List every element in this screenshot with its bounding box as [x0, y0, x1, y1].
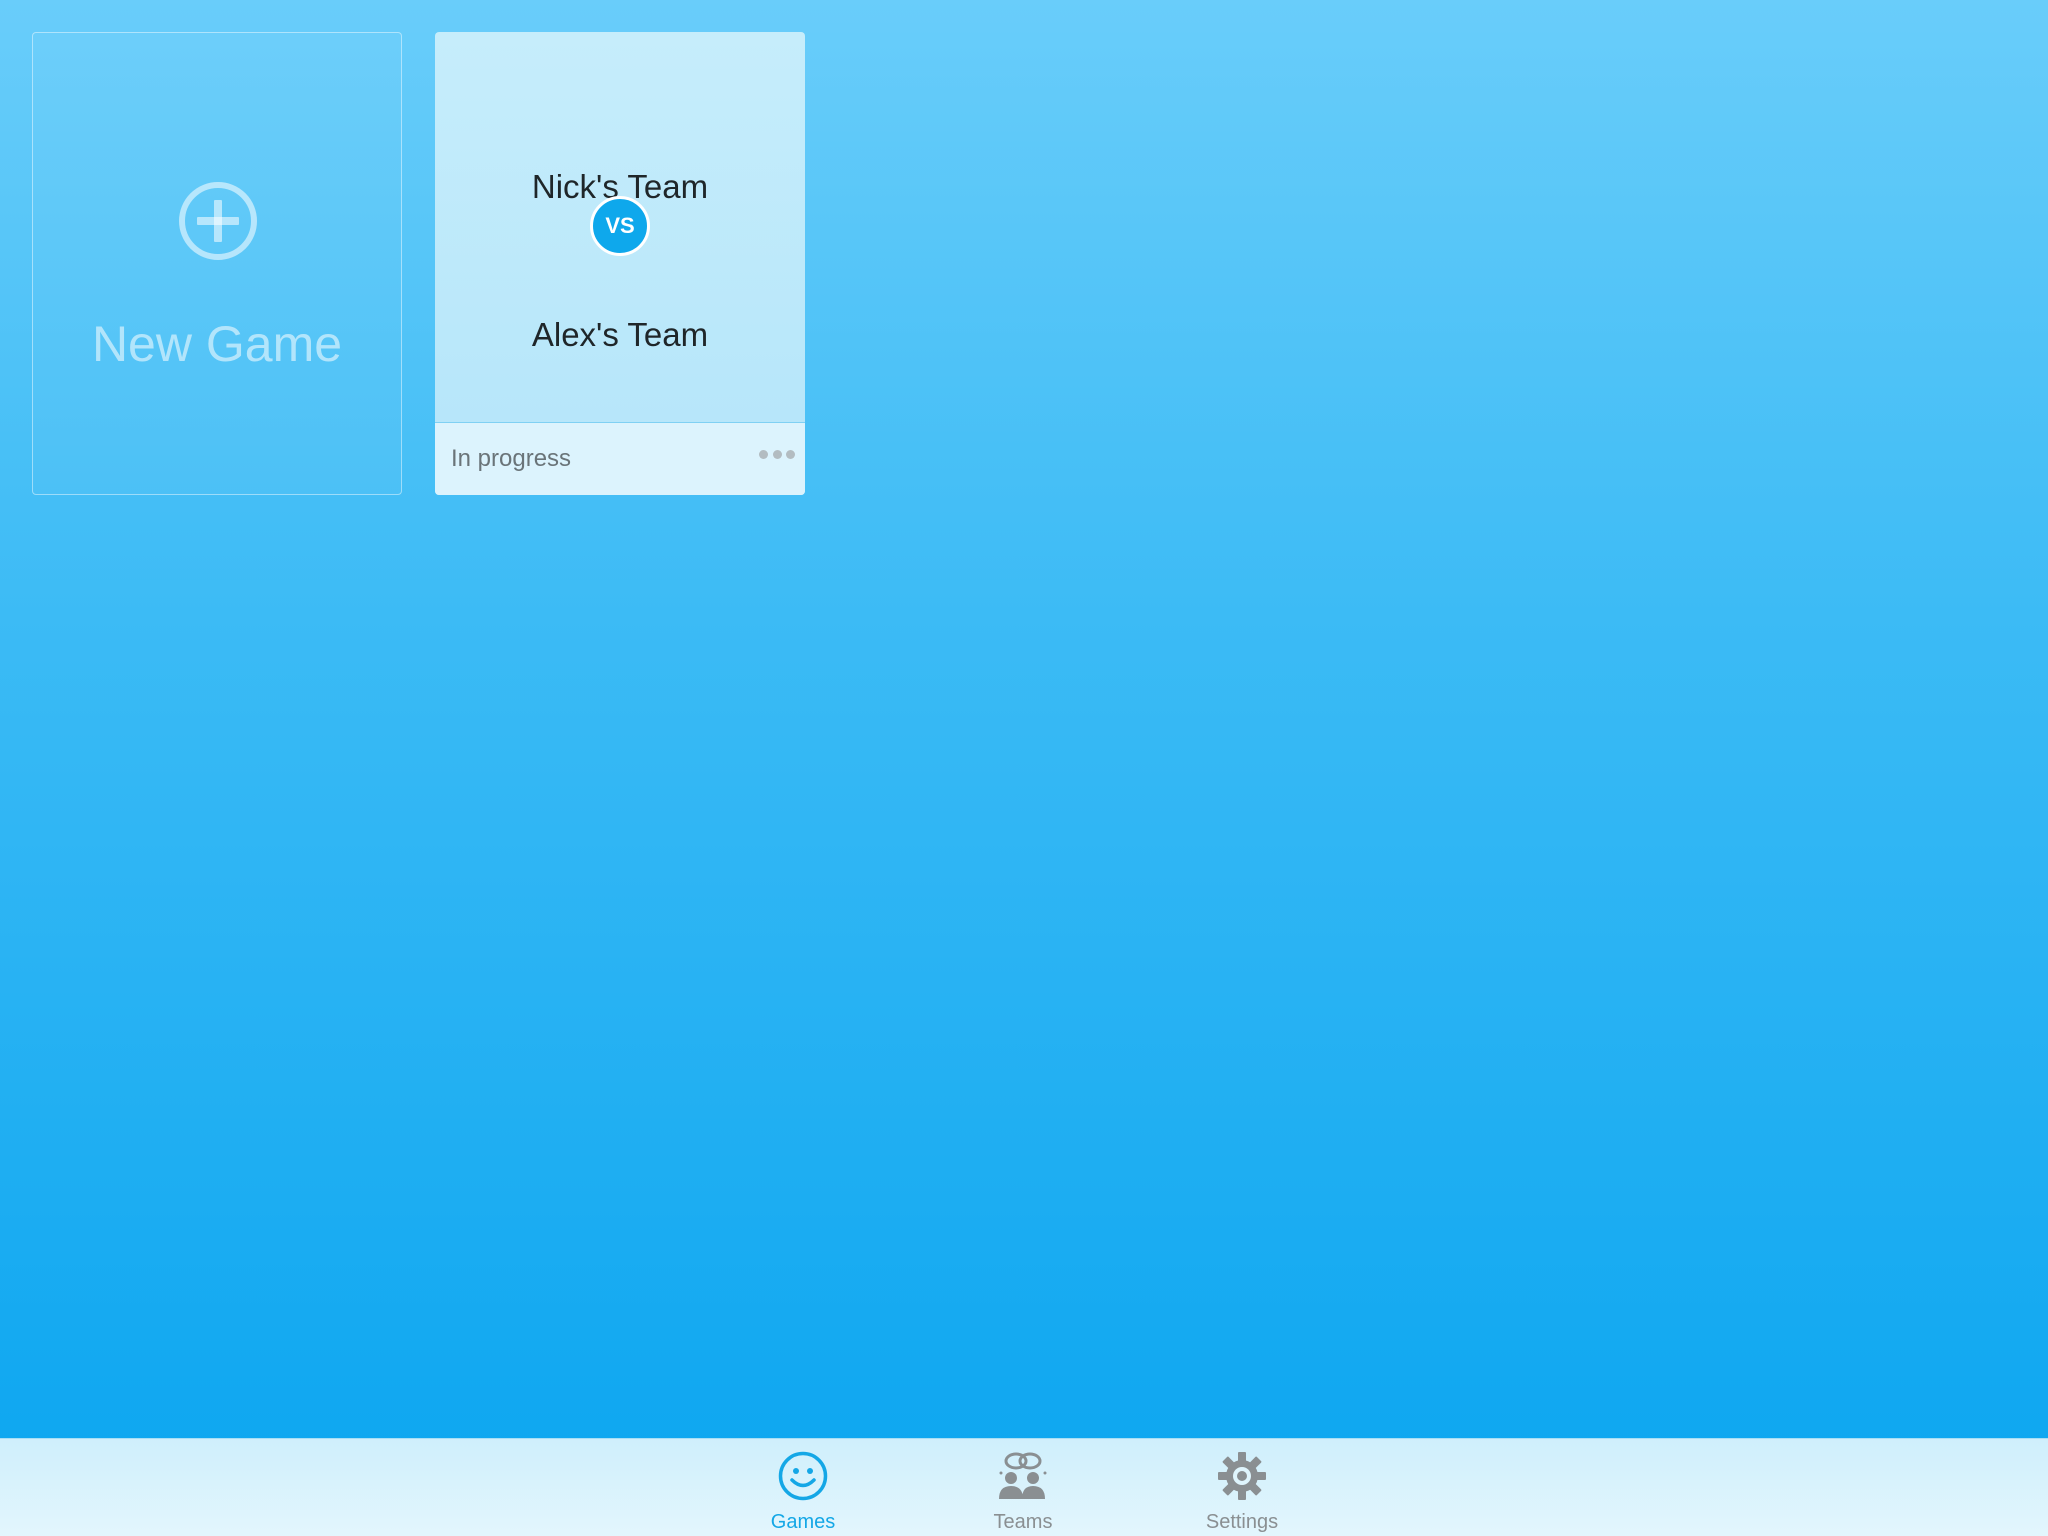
tab-bar: Games Teams Settings	[0, 1438, 2048, 1536]
game-card[interactable]: Nick's Team VS Alex's Team In progress	[435, 32, 805, 495]
new-game-label: New Game	[91, 316, 343, 372]
people-icon	[999, 1452, 1047, 1499]
ellipsis-dot	[786, 449, 795, 459]
tab-teams[interactable]: Teams	[963, 1439, 1083, 1536]
ellipsis-dot	[759, 449, 768, 459]
ellipsis-icon[interactable]	[759, 447, 795, 461]
game-card-footer: In progress	[435, 422, 805, 495]
smiley-icon	[778, 1451, 828, 1501]
gear-icon	[1218, 1452, 1266, 1500]
tab-settings[interactable]: Settings	[1182, 1439, 1302, 1536]
game-status: In progress	[451, 445, 572, 472]
games-screen: New Game Nick's Team VS Alex's Team In p…	[0, 0, 2048, 1536]
tab-games-label: Games	[770, 1511, 836, 1533]
tab-settings-label: Settings	[1205, 1511, 1279, 1533]
new-game-card[interactable]: New Game	[32, 32, 402, 495]
tab-teams-label: Teams	[993, 1511, 1053, 1533]
vs-badge: VS	[590, 196, 650, 256]
ellipsis-dot	[772, 449, 782, 459]
tab-games[interactable]: Games	[743, 1439, 863, 1536]
plus-circle-icon	[179, 182, 257, 260]
away-team-name: Alex's Team	[531, 316, 709, 353]
